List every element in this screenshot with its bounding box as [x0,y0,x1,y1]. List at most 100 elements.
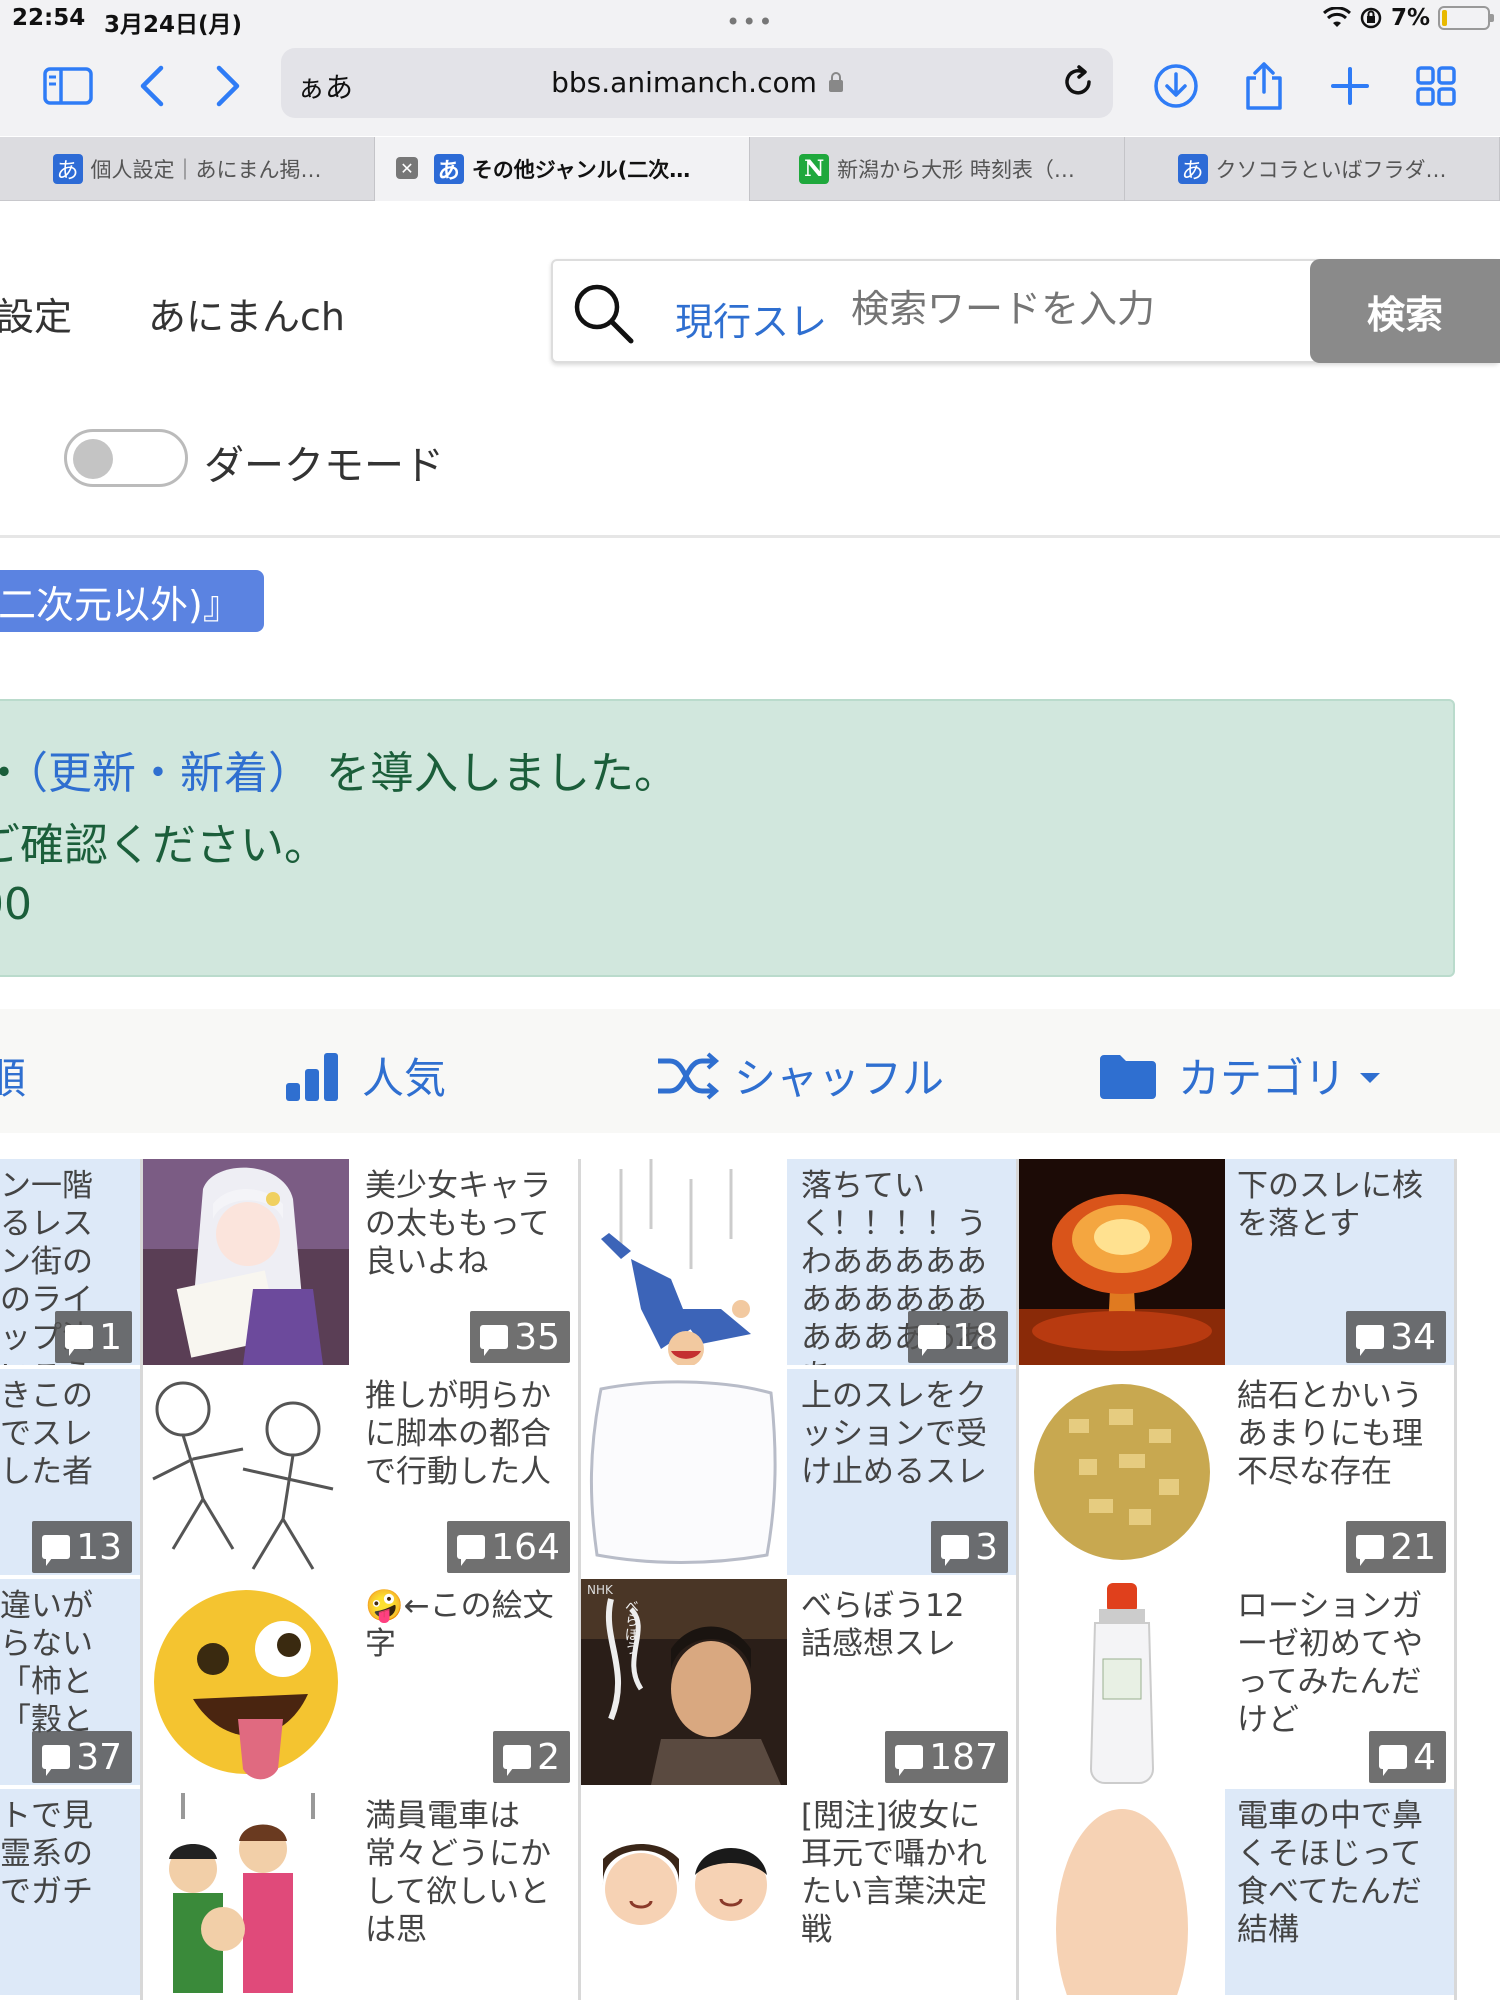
thread-thumbnail-stick-figures [143,1369,349,1575]
status-time: 22:54 [12,5,86,31]
sort-shuffle[interactable]: シャッフル [656,1045,944,1106]
thread-card[interactable]: 結石とかいうあまりにも理不尽な存在 21 [1019,1369,1454,1575]
multitask-dots-icon[interactable]: ••• [726,10,774,34]
orientation-lock-icon [1360,7,1382,29]
thread-thumbnail-cushion [581,1369,787,1575]
tab-favicon: N [799,154,830,184]
tab-timetable[interactable]: N 新潟から大形 時刻表（… [750,137,1125,201]
comment-icon [65,1325,94,1356]
thread-thumbnail-crowded-train [143,1789,349,1995]
nhk-logo-text: NHK [587,1583,613,1597]
tab-favicon: あ [52,154,83,184]
reply-count-badge: 2 [493,1731,570,1783]
thread-card[interactable]: 下のスレに核を落とす 34 [1019,1159,1454,1365]
reload-icon[interactable] [1059,63,1097,101]
tab-personal-settings[interactable]: あ 個人設定｜あにまん掲… [0,137,375,201]
thread-card[interactable]: 推しが明らかに脚本の都合で行動した人 164 [143,1369,578,1575]
reply-count-badge: 1 [55,1311,132,1363]
notice-link[interactable]: （更新・新着） [26,748,312,799]
thread-card[interactable]: NHK べらぼう べらぼう12話感想スレ 187 [581,1579,1016,1785]
board-title-badge: 二次元以外)』 [0,570,264,632]
tab-title: 個人設定｜あにまん掲… [90,158,322,182]
thread-card[interactable]: トで見霊系のでガチ [0,1789,140,1995]
status-bar: 22:54 3月24日(月) ••• 7% [0,0,1500,40]
sort-category-label: カテゴリ [1178,1054,1347,1103]
thread-title: 下のスレに核を落とす [1237,1168,1423,1242]
toggle-knob [73,439,113,479]
download-icon[interactable] [1146,56,1206,116]
thread-title: きこのでスレした者 [0,1378,93,1490]
thread-title: 違いがらない「柿と「穀と [0,1588,93,1738]
tab-close-icon[interactable]: ✕ [396,157,418,179]
back-icon[interactable] [122,56,182,116]
new-tab-icon[interactable] [1320,56,1380,116]
notice-text: を導入しました。 [326,748,678,799]
search-scope-select[interactable]: 現行スレ [675,291,827,346]
tab-kusokora[interactable]: あ クソコラといばフラダ… [1125,137,1500,201]
bar-chart-icon [286,1052,338,1101]
status-date: 3月24日(月) [104,12,243,38]
comment-icon [42,1745,71,1776]
thread-card[interactable]: [閲注]彼女に耳元で囁かれたい言葉決定戦 [581,1789,1016,1995]
address-bar[interactable]: ぁあ bbs.animanch.com [281,48,1113,118]
reply-count-badge: 35 [470,1311,570,1363]
thread-title: 満員電車は常々どうにかして欲しいとは思 [365,1798,551,1948]
sort-popular[interactable]: 人気 [284,1045,446,1106]
notice-prefix: ・ [0,748,26,799]
thread-card[interactable]: きこのでスレした者 13 [0,1369,140,1575]
thread-card[interactable]: 電車の中で鼻くそほじって食べてたんだ結構 [1019,1789,1454,1995]
nav-animanch-link[interactable]: あにまんch [148,286,345,341]
sort-category[interactable]: カテゴリ [1098,1045,1381,1106]
thread-card[interactable]: 美少女キャラの太ももって良いよね 35 [143,1159,578,1365]
thread-title: ローションガーゼ初めてやってみたんだけど [1237,1588,1423,1738]
nav-settings-link[interactable]: 設定 [0,286,72,341]
sort-partial[interactable]: 順 [0,1045,26,1106]
comment-icon [457,1535,486,1566]
sidebar-icon[interactable] [38,56,98,116]
thread-title: 電車の中で鼻くそほじって食べてたんだ結構 [1237,1798,1423,1948]
reply-count: 13 [76,1526,122,1568]
wifi-icon [1322,7,1351,27]
url-text[interactable]: bbs.animanch.com [281,66,1113,99]
thread-card[interactable]: 上のスレをクッションで受け止めるスレ 3 [581,1369,1016,1575]
web-page: 設定 あにまんch 現行スレ 検索 ダークモード 二次元以外)』 ・（更新・新着… [0,201,1500,2000]
thread-card[interactable]: 違いがらない「柿と「穀と 37 [0,1579,140,1785]
thread-card[interactable]: ン一階るレスン街ののライップ決いこう 1 [0,1159,140,1365]
thread-card[interactable]: 落ちていく！！！！うわああああああああああああああああああ 18 [581,1159,1016,1365]
grid-divider [1454,1159,1457,2000]
thread-card[interactable]: 🤪←この絵文字 2 [143,1579,578,1785]
thread-title: [閲注]彼女に耳元で囁かれたい言葉決定戦 [801,1798,987,1948]
thread-thumbnail-anime-girl [143,1159,349,1365]
thread-thumbnail-zany-emoji [143,1579,349,1785]
sort-partial-label: 順 [0,1054,27,1103]
reply-count: 35 [514,1316,560,1358]
battery-percent: 7% [1390,5,1430,31]
thread-title: 推しが明らかに脚本の都合で行動した人 [365,1378,551,1490]
tab-overview-icon[interactable] [1406,56,1466,116]
thread-thumbnail-explosion [1019,1159,1225,1365]
thread-title: 美少女キャラの太ももって良いよね [365,1168,551,1280]
tab-other-genre[interactable]: あ その他ジャンル(二次… [375,137,750,201]
search-button[interactable]: 検索 [1310,259,1500,363]
shuffle-icon [658,1051,720,1100]
forward-icon[interactable] [198,56,258,116]
thread-thumbnail-couple [581,1789,787,1995]
notice-line-2: ご確認ください。 [0,820,328,871]
thread-thumbnail-nose [1019,1789,1225,1995]
tab-favicon: あ [1177,154,1208,184]
grid-divider [1016,1159,1019,2000]
dark-mode-label: ダークモード [204,443,444,489]
battery-icon [1438,6,1494,30]
thread-thumbnail-lotion-bottle [1019,1579,1225,1785]
share-icon[interactable] [1234,56,1294,116]
thread-title: 上のスレをクッションで受け止めるスレ [801,1378,987,1490]
comment-icon [480,1325,509,1356]
thread-title: トで見霊系のでガチ [0,1798,93,1910]
search-input[interactable] [851,287,1251,331]
reply-count: 34 [1390,1316,1436,1358]
dark-mode-toggle[interactable] [64,429,188,487]
thread-card[interactable]: ローションガーゼ初めてやってみたんだけど 4 [1019,1579,1454,1785]
comment-icon [503,1745,532,1776]
reply-count: 164 [491,1526,560,1568]
thread-card[interactable]: 満員電車は常々どうにかして欲しいとは思 [143,1789,578,1995]
